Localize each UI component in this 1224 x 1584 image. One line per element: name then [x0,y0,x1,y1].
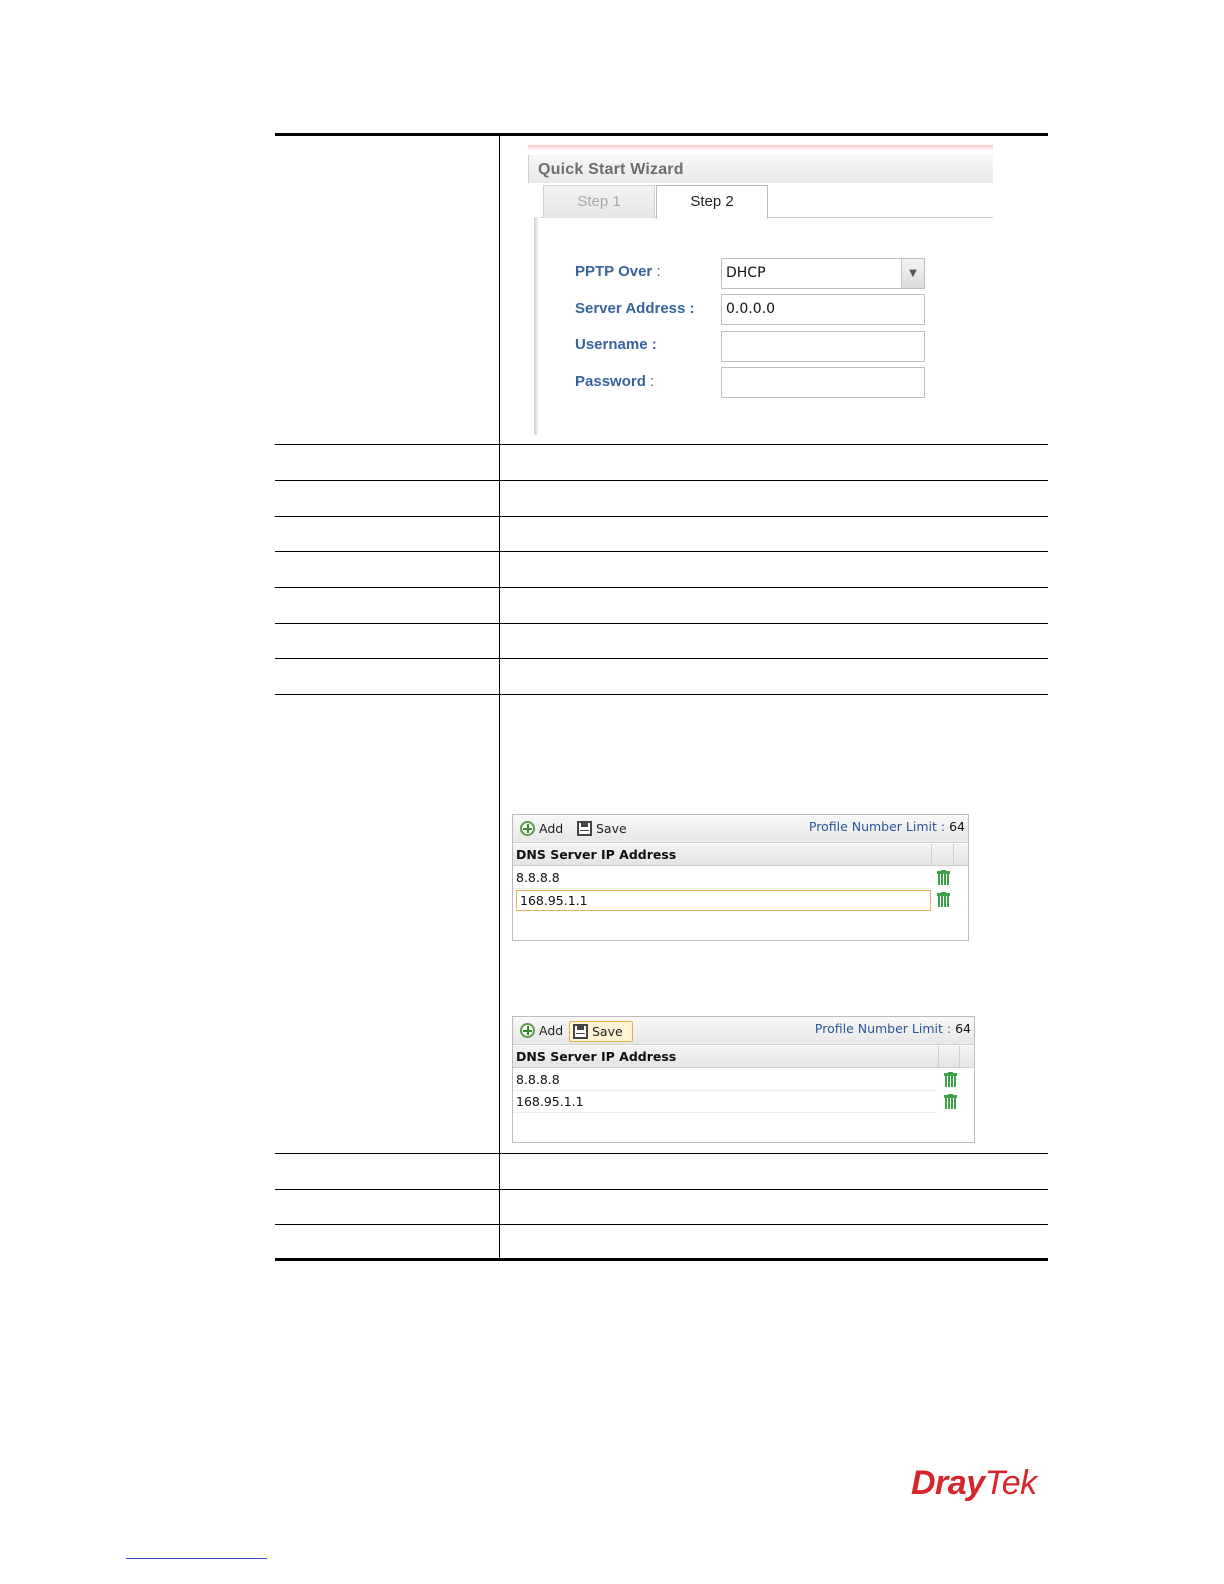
password-label: Password : [575,373,655,390]
trash-icon[interactable] [937,870,950,885]
profile-number-limit: Profile Number Limit :64 [814,1021,971,1036]
table-row [275,659,1048,695]
pptp-over-label: PPTP Over : [575,263,661,280]
table-row [275,552,1048,588]
wizard-left-edge [534,217,538,435]
table-row [275,481,1048,517]
add-button[interactable]: Add [517,819,563,840]
dns-toolbar: Add Save Profile Number Limit :64 [513,1017,974,1045]
save-button[interactable]: Save [574,819,627,840]
header-separator [938,1046,939,1068]
add-icon [520,1023,535,1038]
dns-column-header: DNS Server IP Address [513,844,968,866]
dns-entry[interactable]: 168.95.1.1 [516,1094,584,1109]
table-row [275,445,1048,481]
save-button[interactable]: Save [569,1021,633,1042]
table-row [275,1190,1048,1225]
dns-server-panel-saved: Add Save Profile Number Limit :64 DNS Se… [512,1016,975,1143]
server-address-input[interactable]: 0.0.0.0 [721,294,925,325]
wizard-title: Quick Start Wizard [538,161,684,178]
dns-column-header: DNS Server IP Address [513,1046,974,1068]
header-separator [931,844,932,866]
row-divider [513,1112,937,1113]
header-separator [959,1046,960,1068]
header-separator [953,844,954,866]
username-input[interactable] [721,331,925,362]
username-label: Username : [575,336,657,353]
table-row: Quick Start Wizard Step 1 Step 2 PPTP Ov… [275,136,1048,445]
table-row [275,588,1048,624]
table-row [275,1154,1048,1190]
save-icon [577,821,592,836]
table-row [275,517,1048,552]
row-divider [513,1090,937,1091]
row-divider [513,888,931,889]
quick-start-wizard-screenshot: Quick Start Wizard Step 1 Step 2 PPTP Ov… [528,145,993,435]
tab-step-2[interactable]: Step 2 [656,185,768,219]
table-row [275,624,1048,659]
dns-entry-edit-input[interactable]: 168.95.1.1 [516,890,931,911]
trash-icon[interactable] [944,1094,957,1109]
footer-link-underline [126,1558,267,1559]
trash-icon[interactable] [937,892,950,907]
dns-toolbar: Add Save Profile Number Limit :64 [513,815,968,843]
document-table: Quick Start Wizard Step 1 Step 2 PPTP Ov… [275,133,1048,1261]
table-row [275,1225,1048,1261]
dns-entry[interactable]: 8.8.8.8 [516,870,560,885]
wizard-top-border [528,145,993,151]
add-button[interactable]: Add [517,1021,563,1042]
draytek-logo: DrayTek [911,1464,1037,1502]
chevron-down-icon[interactable]: ▼ [901,259,924,288]
dns-server-panel-editing: Add Save Profile Number Limit :64 DNS Se… [512,814,969,941]
trash-icon[interactable] [944,1072,957,1087]
tab-step-1[interactable]: Step 1 [543,185,655,218]
add-icon [520,821,535,836]
dns-entry[interactable]: 8.8.8.8 [516,1072,560,1087]
server-address-label: Server Address : [575,300,695,317]
save-icon [573,1024,588,1039]
password-input[interactable] [721,367,925,398]
table-row: Add Save Profile Number Limit :64 DNS Se… [275,695,1048,1154]
pptp-over-select[interactable]: DHCP ▼ [721,258,925,289]
profile-number-limit: Profile Number Limit :64 [808,819,965,834]
